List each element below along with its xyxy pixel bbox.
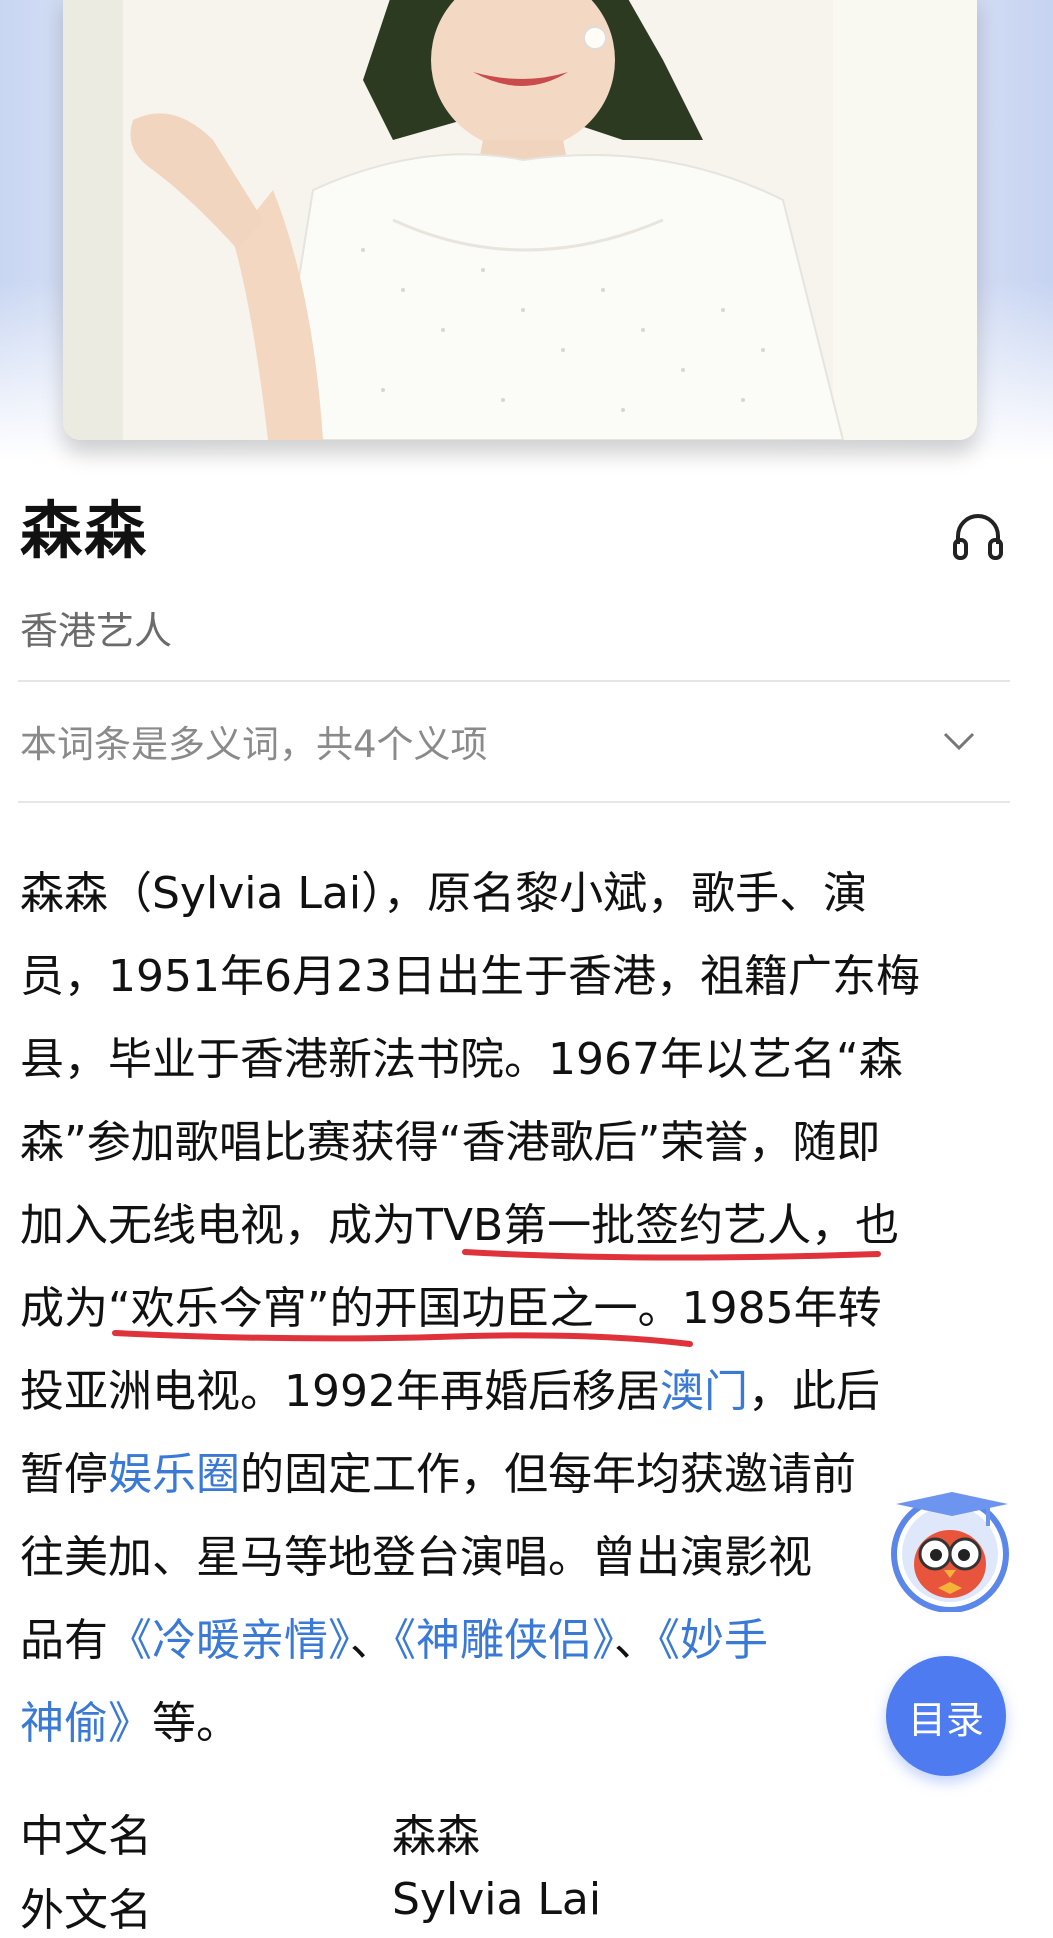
page-title: 森森	[20, 494, 149, 567]
link-work-2[interactable]: 《神雕侠侣》	[394, 1615, 614, 1666]
intro-text: 品有	[20, 1615, 108, 1666]
intro-text: 投亚洲电视。1992年再婚后移居	[20, 1366, 660, 1417]
intro-line: 投亚洲电视。1992年再婚后移居澳门，此后	[20, 1350, 1020, 1433]
polysemy-note: 本词条是多义词，共4个义项	[20, 723, 488, 766]
info-value-foreign-name: Sylvia Lai	[392, 1874, 602, 1925]
divider	[18, 801, 1010, 803]
chevron-down-icon	[943, 732, 975, 751]
intro-line: 神偷》等。	[20, 1682, 1020, 1765]
intro-text: 、	[350, 1615, 394, 1666]
intro-line: 暂停娱乐圈的固定工作，但每年均获邀请前	[20, 1433, 1020, 1516]
intro-line: 品有《冷暖亲情》、《神雕侠侣》、《妙手	[20, 1599, 1020, 1682]
intro-text: 等。	[152, 1698, 240, 1749]
intro-line: 森森（Sylvia Lai），原名黎小斌，歌手、演	[20, 868, 868, 919]
intro-text: 的固定工作，但每年均获邀请前	[240, 1449, 856, 1500]
intro-text: ，此后	[747, 1366, 880, 1417]
link-entertainment-circle[interactable]: 娱乐圈	[108, 1449, 240, 1500]
link-work-3[interactable]: 《妙手	[658, 1615, 768, 1666]
intro-paragraph: 森森（Sylvia Lai），原名黎小斌，歌手、演 员，1951年6月23日出生…	[20, 852, 1020, 1765]
intro-line: 往美加、星马等地登台演唱。曾出演影视	[20, 1532, 812, 1583]
polysemy-selector[interactable]: 本词条是多义词，共4个义项	[18, 682, 1010, 800]
intro-text: 、	[614, 1615, 658, 1666]
headphones-icon[interactable]	[952, 510, 1004, 562]
info-value-chinese-name: 森森	[392, 1811, 480, 1862]
intro-text: 暂停	[20, 1449, 108, 1500]
info-label-foreign-name: 外文名	[20, 1885, 152, 1936]
info-label-chinese-name: 中文名	[20, 1811, 152, 1862]
link-work-3-cont[interactable]: 神偷》	[20, 1698, 152, 1749]
link-work-1[interactable]: 《冷暖亲情》	[108, 1615, 350, 1666]
intro-line: 员，1951年6月23日出生于香港，祖籍广东梅	[20, 951, 920, 1002]
portrait-photo[interactable]	[63, 0, 977, 440]
entry-subtitle: 香港艺人	[20, 609, 173, 653]
owl-mascot-icon[interactable]	[890, 1482, 1012, 1612]
toc-button[interactable]: 目录	[886, 1656, 1006, 1776]
intro-line: 县，毕业于香港新法书院。1967年以艺名“森	[20, 1034, 903, 1085]
intro-line: 森”参加歌唱比赛获得“香港歌后”荣誉，随即	[20, 1117, 881, 1168]
intro-line: 成为“欢乐今宵”的开国功臣之一。1985年转	[20, 1283, 882, 1334]
link-macau[interactable]: 澳门	[660, 1366, 748, 1417]
intro-line: 加入无线电视，成为TVB第一批签约艺人，也	[20, 1200, 900, 1251]
